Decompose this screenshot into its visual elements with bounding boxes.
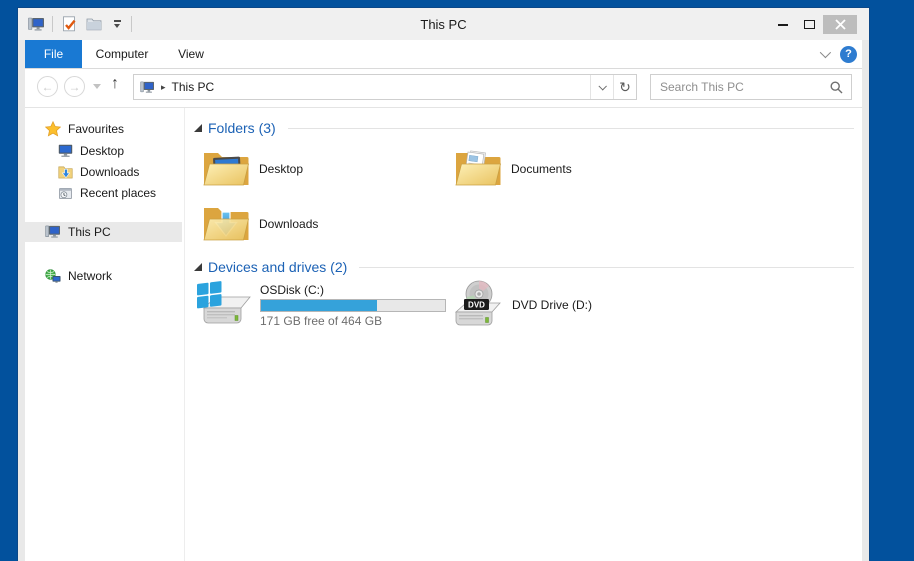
search-box[interactable] — [650, 74, 852, 100]
explorer-window: This PC — [18, 8, 869, 561]
refresh-icon[interactable]: ↻ — [614, 75, 636, 99]
maximize-button[interactable] — [796, 15, 823, 34]
ribbon-tab-bar: File Computer View ? — [25, 40, 862, 69]
forward-button[interactable]: → — [64, 76, 85, 97]
window-frame-right — [862, 40, 869, 561]
toolbar-separator — [131, 16, 132, 32]
back-button[interactable]: ← — [37, 76, 58, 97]
group-header-folders[interactable]: Folders (3) — [194, 119, 854, 137]
toolbar-separator — [52, 16, 53, 32]
drive-name: OSDisk (C:) — [260, 283, 446, 297]
tile-label: Downloads — [259, 217, 318, 231]
capacity-bar — [260, 299, 446, 312]
this-pc-icon — [27, 15, 45, 33]
navigation-pane: Favourites Desktop Downloads Recent plac… — [25, 108, 185, 561]
up-button[interactable]: ↑ — [111, 75, 119, 93]
minimize-button[interactable] — [769, 15, 796, 34]
breadcrumb-arrow-icon[interactable]: ▸ — [161, 82, 166, 93]
window-controls — [769, 15, 857, 34]
new-folder-icon[interactable] — [85, 15, 103, 33]
customize-toolbar-icon[interactable] — [110, 20, 124, 28]
close-button[interactable] — [823, 15, 857, 34]
recent-places-icon — [58, 186, 73, 200]
free-space-text: 171 GB free of 464 GB — [260, 314, 446, 328]
search-icon[interactable] — [830, 81, 843, 94]
sidebar-item-this-pc[interactable]: This PC — [25, 222, 182, 242]
recent-locations-icon[interactable] — [93, 84, 101, 89]
this-pc-icon — [45, 225, 61, 239]
expand-ribbon-icon[interactable] — [820, 47, 831, 58]
breadcrumb[interactable]: ▸ This PC — [134, 80, 590, 94]
address-bar[interactable]: ▸ This PC ↻ — [133, 74, 637, 100]
folder-documents-icon — [454, 148, 502, 190]
group-title[interactable]: Devices and drives (2) — [208, 259, 347, 275]
tab-file[interactable]: File — [25, 40, 82, 68]
folder-tile-documents[interactable]: Documents — [454, 144, 704, 194]
tab-computer[interactable]: Computer — [82, 40, 162, 68]
drive-name: DVD Drive (D:) — [512, 298, 592, 312]
group-title[interactable]: Folders (3) — [208, 120, 276, 136]
collapse-group-icon[interactable] — [194, 124, 202, 132]
hard-drive-windows-icon — [196, 280, 252, 330]
folder-downloads-icon — [202, 203, 250, 245]
tile-label: Documents — [511, 162, 572, 176]
tile-label: Desktop — [259, 162, 303, 176]
monitor-icon — [58, 144, 73, 158]
quick-access-toolbar — [27, 8, 132, 40]
this-pc-icon — [140, 81, 155, 94]
window-frame-left — [18, 40, 25, 561]
folder-tile-downloads[interactable]: Downloads — [202, 199, 452, 249]
drive-tile-osdisk[interactable]: OSDisk (C:) 171 GB free of 464 GB — [196, 280, 446, 330]
items-view: Folders (3) Desktop — [186, 108, 862, 561]
tab-view[interactable]: View — [162, 40, 220, 68]
capacity-bar-fill — [261, 300, 377, 311]
dvd-badge-label: DVD — [468, 301, 485, 310]
network-icon — [45, 269, 61, 284]
explorer-body: Favourites Desktop Downloads Recent plac… — [25, 108, 862, 561]
collapse-group-icon[interactable] — [194, 263, 202, 271]
star-icon — [45, 121, 61, 137]
search-input[interactable] — [651, 80, 830, 94]
group-header-drives[interactable]: Devices and drives (2) — [194, 258, 854, 276]
folder-tile-desktop[interactable]: Desktop — [202, 144, 452, 194]
navigation-bar: ← → ↑ ▸ This PC ↻ — [25, 69, 862, 108]
sidebar-item-favourites[interactable]: Favourites — [25, 119, 182, 139]
window-title: This PC — [18, 8, 869, 40]
breadcrumb-location[interactable]: This PC — [172, 80, 215, 94]
dvd-drive-icon: DVD — [452, 280, 504, 330]
sidebar-item-network[interactable]: Network — [25, 266, 182, 286]
sidebar-item-recent-places[interactable]: Recent places — [25, 183, 182, 203]
desktop-background: This PC — [0, 0, 914, 561]
folder-download-icon — [58, 165, 73, 179]
help-button[interactable]: ? — [840, 46, 857, 63]
properties-icon[interactable] — [60, 15, 78, 33]
sidebar-item-downloads[interactable]: Downloads — [25, 162, 182, 182]
drive-tile-dvd[interactable]: DVD DVD Drive (D:) — [452, 280, 592, 330]
folder-desktop-icon — [202, 148, 250, 190]
sidebar-item-desktop[interactable]: Desktop — [25, 141, 182, 161]
titlebar: This PC — [18, 8, 869, 40]
address-dropdown-icon[interactable] — [591, 75, 613, 99]
